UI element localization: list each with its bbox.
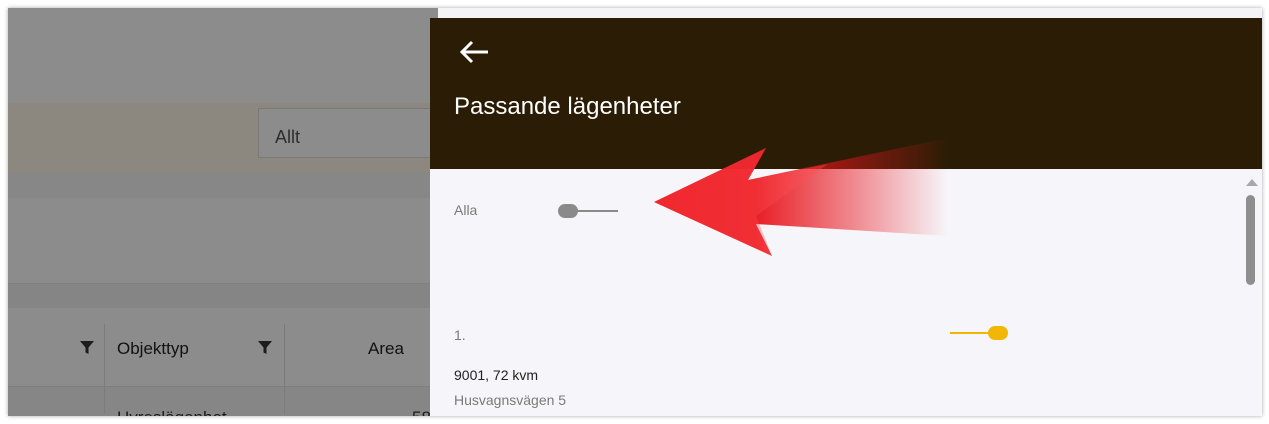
toggle-thumb: [988, 326, 1008, 340]
apartment-select-toggle[interactable]: [950, 323, 1012, 343]
scroll-up-arrow-icon[interactable]: [1246, 179, 1258, 186]
apartment-number-area: 9001, 72 kvm: [454, 367, 539, 383]
arrow-left-icon: [459, 40, 488, 64]
all-toggle-label: Alla: [454, 202, 478, 218]
drawer-body: Alla 1. 9001, 72 kvm Husvagnsvägen 5: [430, 169, 1262, 416]
apartment-address: Husvagnsvägen 5: [454, 392, 567, 408]
all-toggle[interactable]: [558, 201, 620, 221]
drawer-header: Passande lägenheter: [430, 18, 1262, 169]
modal-backdrop[interactable]: [8, 8, 438, 416]
suitable-apartments-drawer: Passande lägenheter Alla 1. 9001, 72 kvm…: [430, 18, 1262, 416]
scroll-thumb[interactable]: [1246, 195, 1255, 285]
toggle-track: [576, 210, 618, 212]
back-button[interactable]: [454, 36, 502, 76]
drawer-title: Passande lägenheter: [454, 93, 681, 120]
toggle-thumb: [558, 204, 578, 218]
app-window: Allt Objekttyp Area Hyreslägenhet 58 Pas…: [8, 8, 1262, 416]
apartment-index: 1.: [454, 327, 466, 343]
scrollbar[interactable]: [1240, 169, 1262, 416]
